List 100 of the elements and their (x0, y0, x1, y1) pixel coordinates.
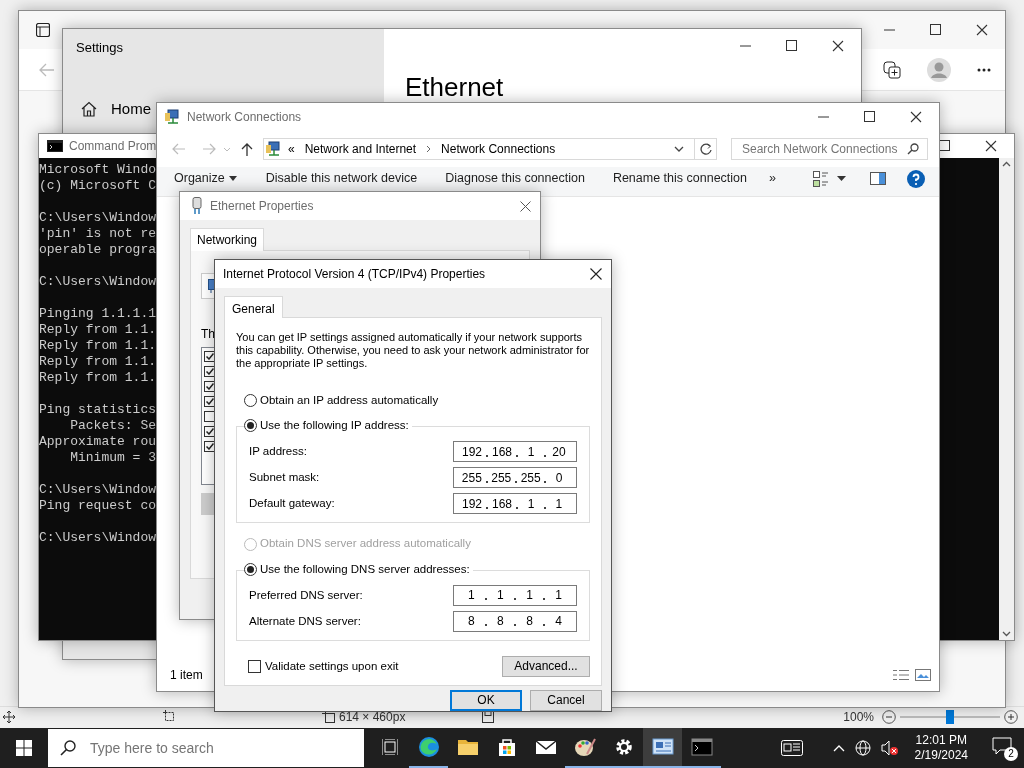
news-icon[interactable] (780, 740, 803, 756)
palette-icon (573, 736, 596, 758)
console-line: C:\Users\Window (39, 274, 157, 290)
view-options-icon[interactable] (813, 170, 829, 187)
checkbox[interactable] (204, 411, 215, 422)
console-line: Packets: Se (69, 418, 157, 434)
scroll-down-icon[interactable] (1002, 631, 1011, 637)
radio-option[interactable]: Use the following IP address: (244, 417, 412, 435)
network-icon (266, 141, 282, 157)
tab[interactable]: Networking (190, 228, 265, 251)
profile-icon[interactable] (927, 57, 951, 82)
cancel-button[interactable]: Cancel (530, 690, 602, 711)
notification-icon (992, 736, 1012, 755)
scroll-up-icon[interactable] (1002, 161, 1011, 167)
console-line: Microsoft Windo (39, 162, 157, 178)
status-text: 1 item (170, 667, 203, 684)
maximize-icon[interactable] (786, 40, 798, 52)
search-field[interactable]: Search Network Connections (740, 139, 907, 159)
scrollbar[interactable] (999, 158, 1014, 640)
ip-address-field[interactable]: 255 255 255 0 (453, 467, 577, 489)
dropdown-icon[interactable] (674, 146, 684, 152)
console-line: Reply from 1.1. (39, 322, 157, 338)
close-icon[interactable] (520, 200, 531, 212)
collections-icon[interactable] (883, 60, 901, 79)
console-line: C:\Users\Window (39, 210, 157, 226)
window-title: Command Prom (69, 138, 157, 155)
search-box[interactable]: Search Network Connections (731, 138, 928, 160)
move-icon (3, 710, 15, 723)
address-bar[interactable]: « Network and Internet Network Connections (263, 138, 717, 160)
ok-button[interactable]: OK (450, 690, 522, 711)
toolbar-button[interactable]: Diagnose this connection (445, 169, 585, 188)
toolbar-button[interactable]: » (769, 169, 776, 188)
page-heading: Ethernet (405, 73, 504, 101)
breadcrumb-item[interactable]: Network and Internet (300, 140, 421, 158)
console-line: Ping statistics (39, 402, 157, 418)
ip-address-field[interactable]: 1 1 1 1 (453, 584, 577, 606)
zoom-slider[interactable] (900, 709, 1000, 724)
toolbar-button[interactable]: Disable this network device (265, 169, 418, 188)
ip-address-field[interactable]: 192 168 1 20 (453, 441, 577, 463)
field-label: Preferred DNS server: (249, 587, 364, 603)
console-line: Reply from 1.1. (39, 354, 157, 370)
window-icon (651, 736, 674, 758)
caption: Th (201, 326, 215, 343)
toolbar-button[interactable]: Rename this connection (612, 169, 747, 188)
tab[interactable]: General (224, 295, 283, 318)
maximize-icon[interactable] (930, 24, 942, 36)
checkbox-option[interactable]: Validate settings upon exit (248, 657, 399, 676)
zoom-in-icon[interactable] (1004, 709, 1018, 724)
close-icon[interactable] (832, 40, 844, 52)
close-icon[interactable] (590, 267, 602, 280)
advanced-button[interactable]: Advanced... (502, 655, 590, 677)
volume-muted-icon[interactable] (880, 740, 899, 756)
console-icon (690, 736, 713, 758)
task-view-icon[interactable] (381, 739, 398, 755)
description-text: You can get IP settings assigned automatically if your network supports this capability. Otherwise, you need to ask your network administrator for the appropriate IP settings. (236, 330, 590, 370)
more-icon[interactable] (977, 67, 991, 72)
large-icons-view-icon[interactable] (915, 669, 931, 681)
details-view-icon[interactable] (893, 669, 909, 681)
clock[interactable]: 12:01 PM 2/19/2024 (914, 733, 968, 763)
refresh-icon[interactable] (699, 143, 712, 155)
radio-option[interactable]: Use the following DNS server addresses: (244, 560, 473, 578)
home-icon (81, 100, 97, 117)
console-line: Pinging 1.1.1.1 (39, 306, 157, 322)
caret-icon[interactable] (837, 176, 846, 181)
ip-address-field[interactable]: 8 8 8 4 (453, 610, 577, 632)
window-title: Network Connections (187, 109, 302, 126)
up-icon[interactable] (241, 142, 253, 156)
globe-icon[interactable] (854, 740, 871, 756)
console-line: Approximate rou (39, 434, 157, 450)
search-icon (60, 740, 76, 756)
help-icon[interactable] (907, 169, 925, 188)
canvas-size: 614 × 460px (339, 708, 406, 726)
preview-pane-icon[interactable] (870, 172, 886, 185)
path-overflow[interactable]: « (288, 140, 295, 158)
taskbar-app[interactable] (643, 728, 682, 768)
field-label: Alternate DNS server: (249, 613, 362, 629)
console-line: Reply from 1.1. (39, 338, 157, 354)
field-label: Subnet mask: (249, 470, 321, 486)
nav-item[interactable]: Home (81, 97, 151, 120)
toolbar-button[interactable]: Organize (174, 169, 237, 188)
radio-option[interactable]: Obtain an IP address automatically (244, 391, 442, 410)
caret-icon (228, 176, 237, 181)
console-line: Ping request co (39, 498, 157, 514)
window-title: Ethernet Properties (210, 198, 314, 215)
breadcrumb-item[interactable]: Network Connections (437, 140, 560, 158)
console-line: C:\Users\Window (39, 482, 157, 498)
selection-icon (163, 710, 176, 723)
close-icon[interactable] (985, 140, 997, 152)
tab-actions-icon[interactable] (36, 23, 50, 37)
console-line: C:\Users\Window (39, 530, 157, 546)
close-icon[interactable] (910, 111, 922, 123)
ip-address-field[interactable]: 192 168 1 1 (453, 493, 577, 515)
chevron-up-icon[interactable] (832, 744, 845, 752)
network-icon (165, 109, 181, 125)
zoom-out-icon[interactable] (882, 709, 896, 724)
notifications-button[interactable]: 2 (992, 736, 1016, 760)
close-icon[interactable] (976, 24, 988, 36)
search-box[interactable]: Type here to search (48, 729, 364, 767)
zoom-level: 100% (843, 708, 874, 726)
maximize-icon[interactable] (864, 111, 876, 123)
